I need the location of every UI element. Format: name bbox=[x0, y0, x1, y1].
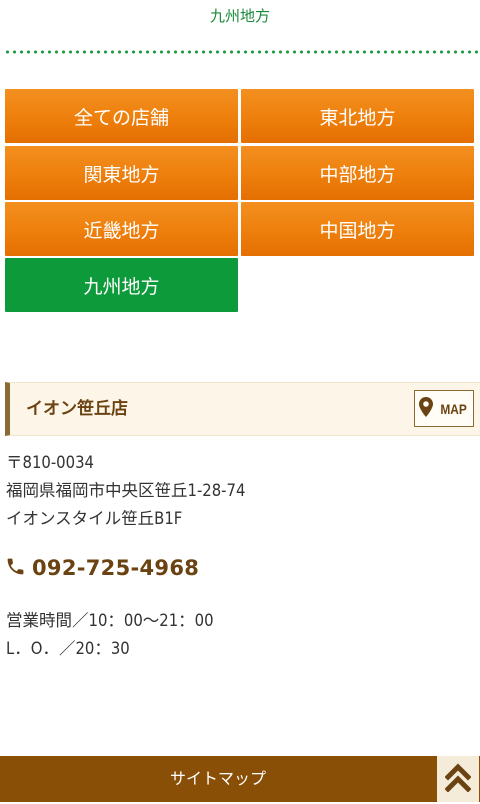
last-order-time: L．O．／20：30 bbox=[6, 639, 130, 658]
store-postal-code: 〒810-0034 bbox=[6, 453, 94, 472]
map-label: MAP bbox=[440, 400, 467, 417]
business-hours: 営業時間／10：00〜21：00 bbox=[6, 611, 214, 630]
store-header: イオン笹丘店 MAP bbox=[5, 382, 480, 436]
phone-icon bbox=[5, 556, 26, 581]
phone-link[interactable]: 092-725-4968 bbox=[5, 553, 199, 583]
region-button-chubu[interactable]: 中部地方 bbox=[241, 146, 474, 200]
region-button-tohoku[interactable]: 東北地方 bbox=[241, 89, 474, 143]
store-name: イオン笹丘店 bbox=[26, 399, 128, 419]
footer-bar: サイトマップ bbox=[0, 756, 480, 802]
dotted-divider bbox=[4, 50, 478, 54]
breadcrumb-current: 九州地方 bbox=[209, 7, 270, 25]
region-button-all[interactable]: 全ての店舗 bbox=[5, 89, 238, 143]
region-button-kanto[interactable]: 関東地方 bbox=[5, 146, 238, 200]
region-button-chugoku[interactable]: 中国地方 bbox=[241, 202, 474, 256]
back-to-top-button[interactable] bbox=[437, 756, 479, 802]
region-button-kyushu[interactable]: 九州地方 bbox=[5, 258, 238, 312]
store-address: 福岡県福岡市中央区笹丘1-28-74 bbox=[6, 481, 246, 500]
sitemap-link[interactable]: サイトマップ bbox=[0, 756, 436, 802]
map-pin-icon bbox=[418, 396, 433, 421]
store-building: イオンスタイル笹丘B1F bbox=[6, 509, 183, 528]
region-button-kinki[interactable]: 近畿地方 bbox=[5, 202, 238, 256]
phone-number: 092-725-4968 bbox=[32, 556, 200, 580]
double-chevron-up-icon bbox=[444, 762, 472, 796]
map-button[interactable]: MAP bbox=[414, 390, 474, 427]
